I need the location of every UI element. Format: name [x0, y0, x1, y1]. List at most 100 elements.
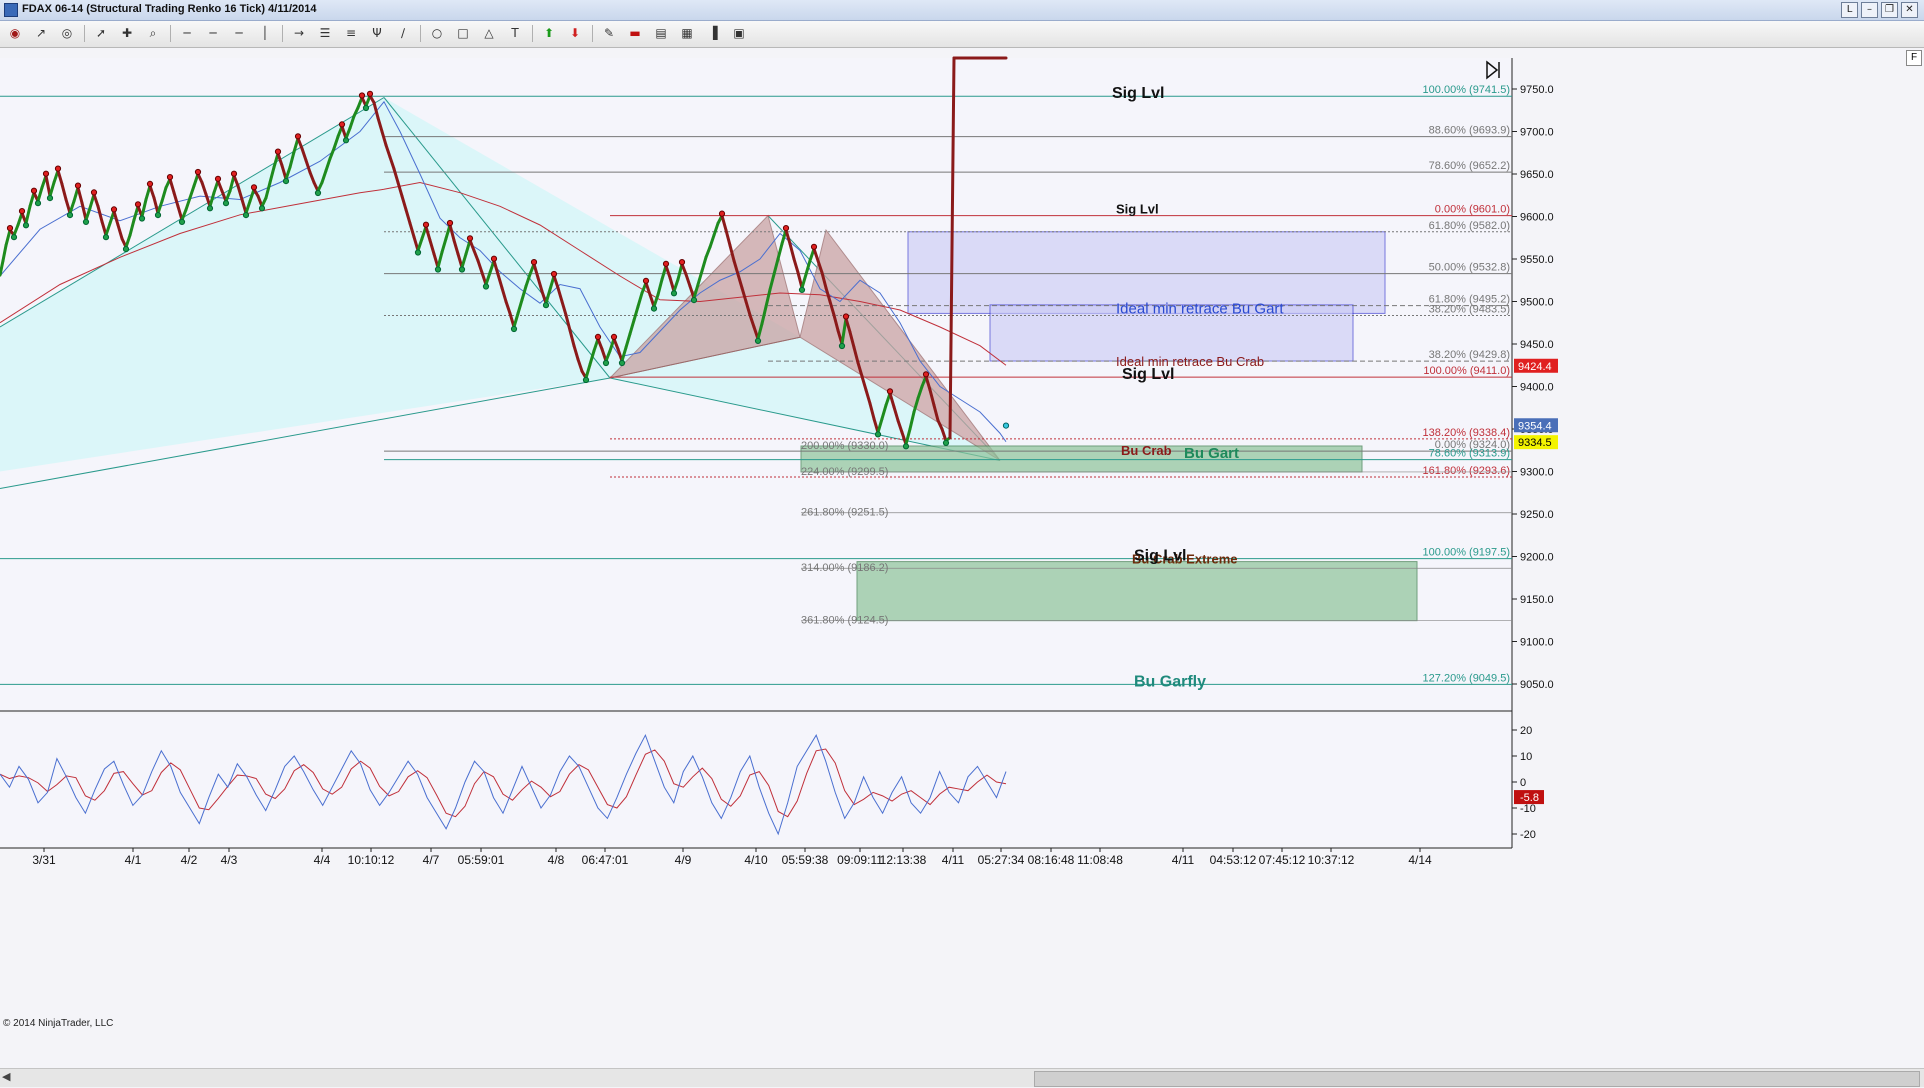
pivot-high-marker: [782, 225, 790, 232]
annotation-label: Sig Lvl: [1134, 548, 1186, 565]
pivot-high-marker: [490, 255, 498, 262]
scroll-left-icon[interactable]: ◀: [2, 1070, 10, 1083]
x-tick-label: 4/7: [423, 853, 440, 867]
pivot-high-marker: [446, 219, 454, 227]
pivot-high-marker: [74, 182, 82, 189]
toolbar-separator: [84, 25, 85, 42]
pointer-icon[interactable]: ➚: [90, 24, 112, 43]
price-tag-label: 9334.5: [1518, 437, 1552, 449]
pivot-low-marker: [650, 305, 658, 312]
pivot-high-marker: [42, 170, 50, 177]
line-style-icon[interactable]: ─: [202, 24, 224, 43]
pivot-low-marker: [618, 359, 626, 367]
arrow-line-icon[interactable]: →: [288, 24, 310, 43]
pivot-high-marker: [466, 235, 474, 242]
cursor-icon[interactable]: ↗: [30, 24, 52, 43]
toolbar-separator: [282, 25, 283, 42]
fib-level-label: 61.80% (9582.0): [1429, 220, 1510, 232]
pivot-low-marker: [258, 205, 266, 212]
horizontal-scrollbar[interactable]: ◀: [0, 1068, 1924, 1087]
vertical-line-icon[interactable]: │: [254, 24, 276, 43]
extension-label: 261.80% (9251.5): [801, 507, 888, 519]
fib-extension-icon[interactable]: ≡: [340, 24, 362, 43]
fib-level-label: 127.20% (9049.5): [1423, 672, 1510, 684]
zone-box: [856, 561, 1418, 622]
rectangle-icon[interactable]: □: [452, 24, 474, 43]
annotation-label: Bu Crab: [1121, 443, 1172, 458]
crosshair-icon[interactable]: ✚: [116, 24, 138, 43]
osc-y-tick-label: -20: [1520, 829, 1536, 841]
toolbar-separator: [420, 25, 421, 42]
pivot-low-marker: [178, 218, 186, 225]
arrow-down-icon[interactable]: ⬇: [564, 24, 586, 43]
y-tick-label: 9450.0: [1520, 339, 1554, 351]
globe-icon[interactable]: ◎: [56, 24, 78, 43]
pivot-high-marker: [54, 165, 62, 172]
pivot-high-marker: [642, 277, 650, 284]
close-button[interactable]: ✕: [1901, 2, 1918, 18]
order-icon[interactable]: ▣: [728, 24, 750, 43]
pivot-low-marker: [82, 218, 90, 225]
fib-level-label: 38.20% (9429.8): [1429, 349, 1510, 361]
extension-label: 314.00% (9186.2): [801, 562, 888, 574]
scroll-thumb[interactable]: [1034, 1071, 1920, 1087]
window-controls: L – ❐ ✕: [1841, 2, 1918, 18]
x-tick-label: 04:53:12: [1210, 853, 1257, 867]
pivot-high-marker: [358, 92, 366, 99]
restore-button[interactable]: ❐: [1881, 2, 1898, 18]
zoom-icon[interactable]: ⌕: [142, 24, 164, 43]
draw-objects-icon[interactable]: ✎: [598, 24, 620, 43]
fib-level-label: 0.00% (9601.0): [1435, 204, 1510, 216]
fib-level-label: 38.20% (9483.5): [1429, 304, 1510, 316]
osc-y-tick-label: 20: [1520, 725, 1532, 737]
chart-canvas[interactable]: 100.00% (9741.5) 88.60% (9693.9) 78.60% (9…: [0, 48, 1924, 1088]
line-style-icon[interactable]: ─: [176, 24, 198, 43]
y-tick-label: 9650.0: [1520, 169, 1554, 181]
lock-button[interactable]: L: [1841, 2, 1858, 18]
pivot-low-marker: [362, 104, 370, 112]
andrews-pitchfork-icon[interactable]: Ψ: [366, 24, 388, 43]
pivot-high-marker: [338, 121, 346, 128]
pivot-high-marker: [422, 221, 430, 228]
fib-retracement-icon[interactable]: ☰: [314, 24, 336, 43]
text-icon[interactable]: T: [504, 24, 526, 43]
arrow-up-icon[interactable]: ⬆: [538, 24, 560, 43]
pivot-high-marker: [678, 259, 686, 266]
eye-icon[interactable]: ◉: [4, 24, 26, 43]
fib-level-label: 138.20% (9338.4): [1423, 427, 1510, 439]
pivot-high-marker: [6, 225, 14, 232]
pivot-low-marker: [138, 215, 146, 222]
pivot-low-marker: [22, 222, 30, 229]
ellipse-icon[interactable]: ○: [426, 24, 448, 43]
bar-chart-icon[interactable]: ▐: [702, 24, 724, 43]
pivot-low-marker: [282, 178, 290, 185]
pivot-low-marker: [342, 137, 350, 144]
pivot-low-marker: [602, 359, 610, 367]
fib-level-label: 78.60% (9652.2): [1429, 160, 1510, 172]
pivot-high-marker: [922, 371, 930, 378]
data-box-icon[interactable]: ▤: [650, 24, 672, 43]
stop-icon[interactable]: ▬: [624, 24, 646, 43]
fan-icon[interactable]: ∕: [392, 24, 414, 43]
pivot-low-marker: [222, 200, 230, 207]
extension-label: 361.80% (9124.5): [801, 615, 888, 627]
fib-level-label: 161.80% (9293.6): [1423, 465, 1510, 477]
pivot-high-marker: [214, 175, 222, 182]
price-tag-label: 9424.4: [1518, 361, 1552, 373]
chart-properties-icon[interactable]: ▦: [676, 24, 698, 43]
triangle-icon[interactable]: △: [478, 24, 500, 43]
pivot-low-marker: [510, 325, 518, 333]
minimize-button[interactable]: –: [1861, 2, 1878, 18]
annotation-label: Sig Lvl: [1122, 366, 1174, 383]
y-tick-label: 9700.0: [1520, 127, 1554, 139]
panel-f-button[interactable]: F: [1906, 50, 1922, 66]
y-tick-label: 9600.0: [1520, 212, 1554, 224]
title-bar: FDAX 06-14 (Structural Trading Renko 16 …: [0, 0, 1924, 21]
x-tick-label: 05:59:01: [458, 853, 505, 867]
pivot-high-marker: [166, 174, 174, 181]
line-style-icon[interactable]: ─: [228, 24, 250, 43]
pivot-high-marker: [230, 170, 238, 177]
y-tick-label: 9200.0: [1520, 552, 1554, 564]
oscillator-panel: [0, 714, 1512, 848]
annotation-label: Sig Lvl: [1112, 85, 1164, 102]
